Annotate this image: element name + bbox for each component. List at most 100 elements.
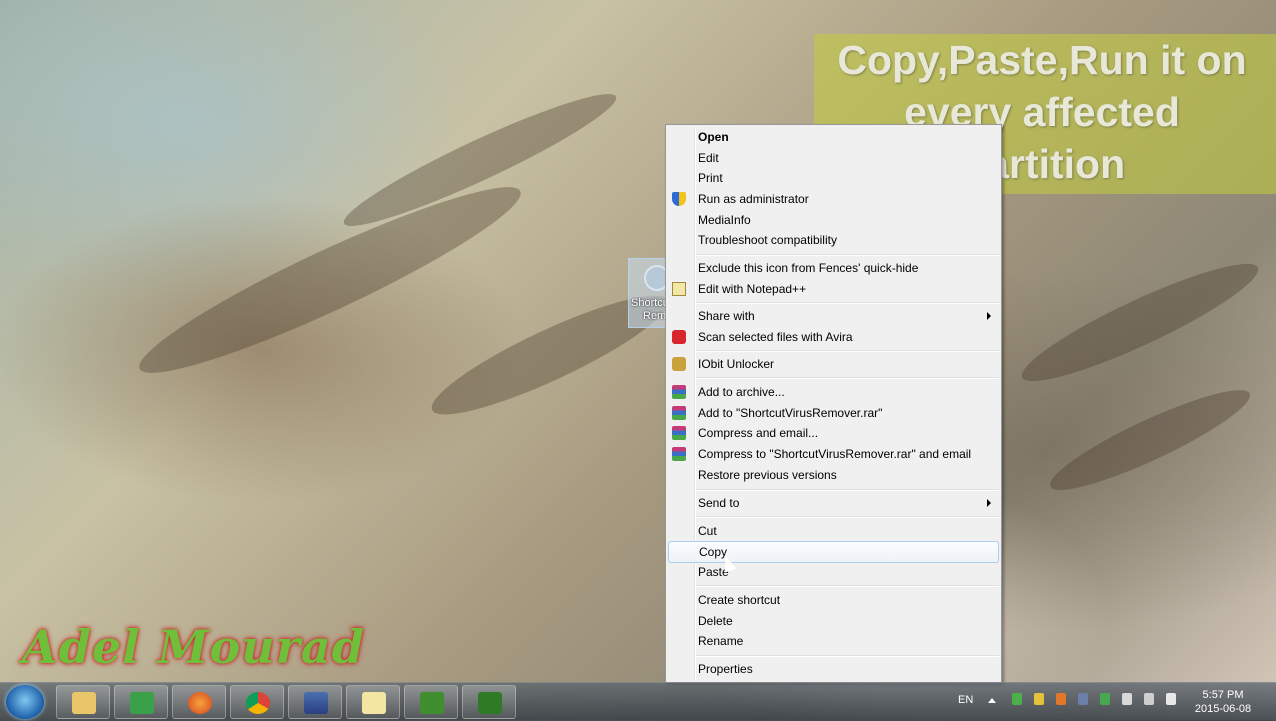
menu-item-label: Exclude this icon from Fences' quick-hid… bbox=[698, 261, 919, 275]
menu-item-label: Rename bbox=[698, 634, 744, 648]
menu-item-label: Edit with Notepad++ bbox=[698, 282, 807, 296]
taskbar-camtasia-recorder[interactable] bbox=[462, 685, 516, 719]
menu-item-troubleshoot[interactable]: Troubleshoot compatibility bbox=[668, 230, 999, 250]
clock-date: 2015-06-08 bbox=[1194, 703, 1252, 715]
menu-item-iobit-unlocker[interactable]: IObit Unlocker bbox=[668, 354, 999, 374]
menu-item-compress-email[interactable]: Compress and email... bbox=[668, 423, 999, 443]
signal-icon[interactable] bbox=[1144, 693, 1154, 705]
menu-item-copy[interactable]: Copy bbox=[668, 541, 999, 563]
show-hidden-icons-icon[interactable] bbox=[988, 698, 996, 703]
menu-item-avira[interactable]: Scan selected files with Avira bbox=[668, 327, 999, 347]
camtasia-recorder-icon bbox=[478, 692, 502, 714]
firefox-icon bbox=[188, 692, 212, 714]
menu-item-label: Properties bbox=[698, 662, 753, 676]
camtasia-icon bbox=[420, 692, 444, 714]
menu-separator bbox=[696, 302, 999, 304]
menu-separator bbox=[696, 350, 999, 352]
background-stripe bbox=[1041, 375, 1259, 505]
menu-item-label: Send to bbox=[698, 496, 740, 510]
menu-item-cut[interactable]: Cut bbox=[668, 521, 999, 541]
winrar-icon bbox=[672, 426, 686, 440]
menu-item-notepadpp[interactable]: Edit with Notepad++ bbox=[668, 279, 999, 299]
menu-item-label: Run as administrator bbox=[698, 192, 809, 206]
caption-line: Copy,Paste,Run it on bbox=[837, 37, 1247, 83]
chrome-icon bbox=[246, 692, 270, 714]
taskbar: EN 5:57 PM 2015-06-08 bbox=[0, 682, 1276, 721]
menu-item-paste[interactable]: Paste bbox=[668, 562, 999, 582]
menu-separator bbox=[696, 585, 999, 587]
taskbar-firefox[interactable] bbox=[172, 685, 226, 719]
tray-app-icon[interactable] bbox=[1056, 693, 1066, 705]
menu-separator bbox=[696, 489, 999, 491]
taskbar-folder[interactable] bbox=[346, 685, 400, 719]
unlock-icon bbox=[672, 357, 686, 371]
menu-item-label: Troubleshoot compatibility bbox=[698, 233, 837, 247]
menu-item-label: Compress to "ShortcutVirusRemover.rar" a… bbox=[698, 447, 972, 461]
menu-item-send-to[interactable]: Send to bbox=[668, 493, 999, 513]
winrar-icon bbox=[672, 406, 686, 420]
menu-item-label: Add to "ShortcutVirusRemover.rar" bbox=[698, 406, 883, 420]
taskbar-task-manager[interactable] bbox=[114, 685, 168, 719]
menu-item-add-rar[interactable]: Add to "ShortcutVirusRemover.rar" bbox=[668, 403, 999, 423]
volume-icon[interactable] bbox=[1166, 693, 1176, 705]
menu-item-label: Edit bbox=[698, 151, 719, 165]
avira-icon bbox=[672, 330, 686, 344]
menu-item-properties[interactable]: Properties bbox=[668, 659, 999, 679]
network-tray-icon[interactable] bbox=[1012, 693, 1022, 705]
menu-item-run-as-admin[interactable]: Run as administrator bbox=[668, 189, 999, 209]
explorer-icon bbox=[72, 692, 96, 714]
menu-item-label: Cut bbox=[698, 524, 717, 538]
menu-item-compress-rar-email[interactable]: Compress to "ShortcutVirusRemover.rar" a… bbox=[668, 444, 999, 464]
task-manager-icon bbox=[130, 692, 154, 714]
menu-separator bbox=[696, 377, 999, 379]
menu-item-edit[interactable]: Edit bbox=[668, 148, 999, 168]
taskbar-chrome[interactable] bbox=[230, 685, 284, 719]
menu-item-label: Print bbox=[698, 171, 723, 185]
menu-item-share-with[interactable]: Share with bbox=[668, 306, 999, 326]
tray-app-icon[interactable] bbox=[1078, 693, 1088, 705]
menu-item-label: Delete bbox=[698, 614, 733, 628]
menu-item-create-shortcut[interactable]: Create shortcut bbox=[668, 590, 999, 610]
action-center-icon[interactable] bbox=[1122, 693, 1132, 705]
menu-item-open[interactable]: Open bbox=[668, 127, 999, 147]
watermark: Adel Mourad bbox=[22, 620, 365, 674]
background-stripe bbox=[1012, 247, 1268, 398]
menu-item-add-archive[interactable]: Add to archive... bbox=[668, 382, 999, 402]
menu-item-restore-versions[interactable]: Restore previous versions bbox=[668, 465, 999, 485]
menu-item-delete[interactable]: Delete bbox=[668, 611, 999, 631]
shield-icon bbox=[672, 192, 686, 206]
menu-item-label: Open bbox=[698, 130, 729, 144]
menu-item-label: Scan selected files with Avira bbox=[698, 330, 853, 344]
menu-item-label: Restore previous versions bbox=[698, 468, 837, 482]
tray-app-icon[interactable] bbox=[1034, 693, 1044, 705]
notepad-icon bbox=[672, 282, 686, 296]
winrar-icon bbox=[672, 385, 686, 399]
taskbar-control-panel[interactable] bbox=[288, 685, 342, 719]
taskbar-explorer[interactable] bbox=[56, 685, 110, 719]
menu-separator bbox=[696, 254, 999, 256]
menu-item-label: Add to archive... bbox=[698, 385, 785, 399]
folder-icon bbox=[362, 692, 386, 714]
menu-separator bbox=[696, 516, 999, 518]
winrar-icon bbox=[672, 447, 686, 461]
menu-item-print[interactable]: Print bbox=[668, 168, 999, 188]
menu-item-mediainfo[interactable]: MediaInfo bbox=[668, 210, 999, 230]
menu-item-label: Create shortcut bbox=[698, 593, 781, 607]
tray-app-icon[interactable] bbox=[1100, 693, 1110, 705]
language-indicator[interactable]: EN bbox=[958, 694, 973, 706]
menu-separator bbox=[696, 655, 999, 657]
taskbar-camtasia[interactable] bbox=[404, 685, 458, 719]
system-clock[interactable]: 5:57 PM 2015-06-08 bbox=[1190, 688, 1256, 716]
context-menu: Open Edit Print Run as administrator Med… bbox=[665, 124, 1002, 683]
menu-item-label: Share with bbox=[698, 309, 755, 323]
start-button[interactable] bbox=[6, 685, 44, 719]
clock-time: 5:57 PM bbox=[1202, 689, 1244, 701]
submenu-arrow-icon bbox=[987, 499, 991, 507]
menu-item-rename[interactable]: Rename bbox=[668, 631, 999, 651]
submenu-arrow-icon bbox=[987, 312, 991, 320]
menu-item-label: Compress and email... bbox=[698, 426, 819, 440]
menu-item-label: MediaInfo bbox=[698, 213, 751, 227]
control-panel-icon bbox=[304, 692, 328, 714]
background-stripe bbox=[126, 164, 534, 396]
menu-item-fences-exclude[interactable]: Exclude this icon from Fences' quick-hid… bbox=[668, 258, 999, 278]
